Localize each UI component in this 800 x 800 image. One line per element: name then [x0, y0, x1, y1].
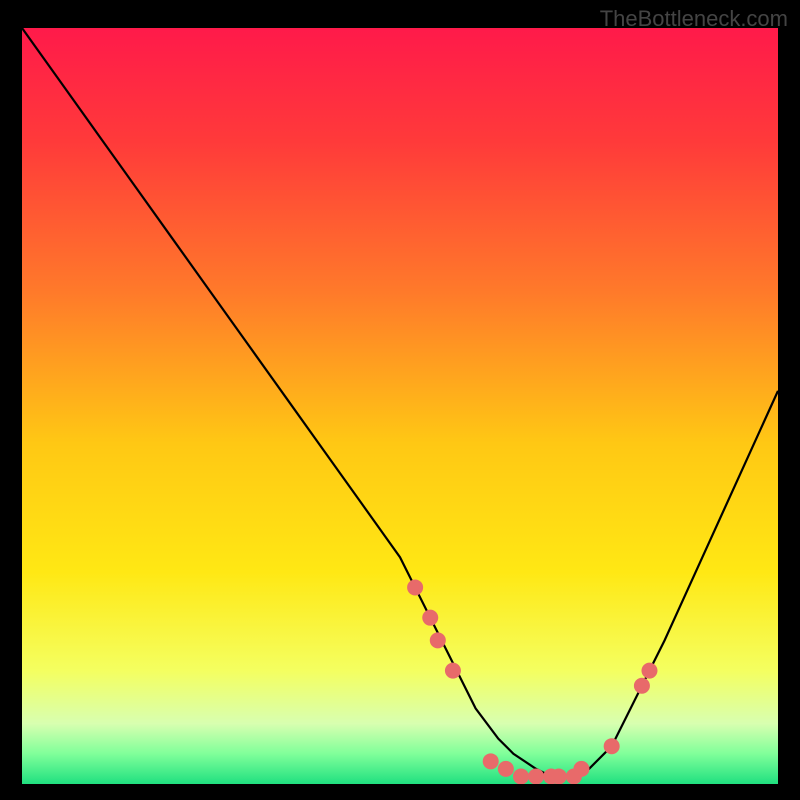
chart-container: { "watermark": "TheBottleneck.com", "cha… — [0, 0, 800, 800]
data-marker — [551, 768, 567, 784]
data-marker — [407, 579, 423, 595]
data-marker — [634, 678, 650, 694]
data-marker — [573, 761, 589, 777]
data-markers — [407, 579, 657, 784]
data-marker — [498, 761, 514, 777]
plot-area — [22, 28, 778, 784]
data-marker — [422, 610, 438, 626]
data-marker — [641, 663, 657, 679]
data-marker — [513, 768, 529, 784]
data-marker — [430, 632, 446, 648]
data-marker — [445, 663, 461, 679]
bottleneck-curve — [22, 28, 778, 776]
data-marker — [528, 768, 544, 784]
curve-layer — [22, 28, 778, 784]
data-marker — [604, 738, 620, 754]
data-marker — [483, 753, 499, 769]
watermark-text: TheBottleneck.com — [600, 6, 788, 32]
